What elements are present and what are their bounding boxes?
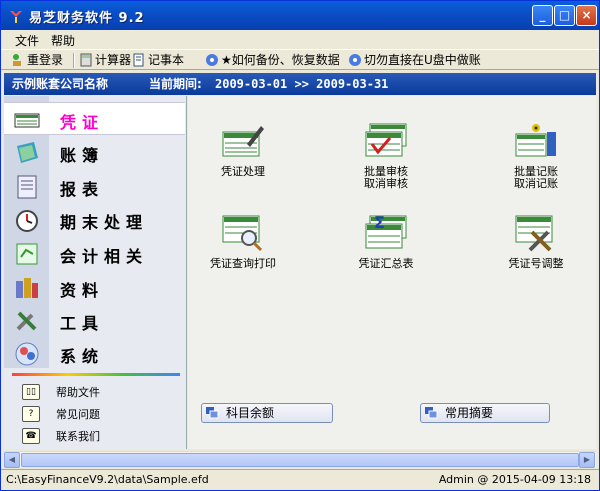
menu-help[interactable]: 帮助 xyxy=(51,32,75,49)
account-balance-label: 科目余额 xyxy=(226,406,275,420)
calculator-icon xyxy=(80,53,92,67)
voucher-search-button[interactable]: 凭证查询打印 xyxy=(193,214,293,284)
app-logo-icon xyxy=(10,11,22,23)
notepad-icon xyxy=(133,53,144,67)
batch-audit-label: 批量审核 取消审核 xyxy=(364,165,408,190)
voucher-summary-button[interactable]: Σ 凭证汇总表 xyxy=(336,214,436,284)
backup-icon xyxy=(206,54,218,66)
scroll-right-icon[interactable]: ▶ xyxy=(579,452,595,468)
relogin-icon xyxy=(13,54,21,66)
batch-audit-icon xyxy=(365,123,407,157)
status-user-time: Admin @ 2015-04-09 13:18 xyxy=(438,473,591,486)
faq-label: 常见问题 xyxy=(56,408,100,421)
sidebar-item-ledger[interactable]: 账簿 xyxy=(4,136,185,169)
voucher-search-icon xyxy=(222,215,263,252)
backup-howto-label: ★如何备份、恢复数据 xyxy=(221,53,340,67)
period-range: 2009-03-01 >> 2009-03-31 xyxy=(215,77,389,91)
voucher-process-icon xyxy=(222,126,264,157)
period-label: 当前期间: xyxy=(149,77,202,91)
voucher-search-label: 凭证查询打印 xyxy=(210,257,276,270)
contact-label: 联系我们 xyxy=(56,430,100,443)
usb-warning-icon xyxy=(349,54,361,66)
ledger-icon xyxy=(17,142,38,163)
voucher-summary-icon: Σ xyxy=(365,214,407,249)
voucher-icon xyxy=(14,113,40,128)
company-name: 示例账套公司名称 xyxy=(12,77,109,91)
voucher-number-button[interactable]: 凭证号调整 xyxy=(486,214,586,284)
batch-post-button[interactable]: 批量记账 取消记账 xyxy=(486,122,586,192)
system-icon xyxy=(15,342,39,366)
usb-warning-label: 切勿直接在U盘中做账 xyxy=(364,53,481,67)
main-window: 易芝财务软件 9.2 _ □ × 文件 帮助 重登录 计算器 记事本 ★如何备份… xyxy=(0,0,600,491)
common-summary-button[interactable]: 常用摘要 xyxy=(420,403,550,423)
phone-icon: ☎ xyxy=(22,428,40,444)
batch-post-label: 批量记账 取消记账 xyxy=(514,165,558,190)
tools-icon xyxy=(16,311,37,331)
menu-file[interactable]: 文件 xyxy=(15,32,39,49)
sidebar-item-label: 资料 xyxy=(60,281,105,300)
accounting-icon xyxy=(16,243,38,265)
sidebar-item-tools[interactable]: 工具 xyxy=(4,304,185,337)
maximize-button[interactable]: □ xyxy=(554,5,575,26)
period-end-icon xyxy=(16,210,38,232)
toolbar: 重登录 计算器 记事本 ★如何备份、恢复数据 切勿直接在U盘中做账 xyxy=(1,49,599,70)
sidebar-divider xyxy=(12,373,180,376)
sidebar-item-label: 工具 xyxy=(60,314,105,333)
voucher-summary-label: 凭证汇总表 xyxy=(358,257,414,270)
batch-post-icon xyxy=(515,124,556,157)
svg-text:Σ: Σ xyxy=(374,214,385,232)
sidebar-item-label: 期末处理 xyxy=(60,213,149,232)
notepad-button[interactable]: 记事本 xyxy=(132,52,184,69)
report-icon xyxy=(17,175,37,199)
voucher-process-label: 凭证处理 xyxy=(221,165,265,178)
sidebar: 凭证 账簿 报表 期末处理 会计相关 资料 工具 系统 ▯▯ 帮助文件 ? 常见… xyxy=(4,96,187,449)
scroll-thumb[interactable] xyxy=(21,453,579,467)
menu-bar: 文件 帮助 xyxy=(1,30,599,49)
faq-icon: ? xyxy=(22,406,40,422)
help-book-icon: ▯▯ xyxy=(22,384,40,400)
voucher-process-button[interactable]: 凭证处理 xyxy=(193,122,293,192)
sidebar-item-label: 系统 xyxy=(60,347,105,366)
close-button[interactable]: × xyxy=(576,5,597,26)
sidebar-item-label: 凭证 xyxy=(60,113,105,132)
account-balance-icon xyxy=(206,407,219,419)
calculator-label: 计算器 xyxy=(95,53,132,67)
voucher-number-label: 凭证号调整 xyxy=(508,257,564,270)
window-title: 易芝财务软件 9.2 xyxy=(29,11,145,26)
common-summary-icon xyxy=(425,407,438,419)
toolbar-separator xyxy=(73,53,75,68)
sidebar-item-system[interactable]: 系统 xyxy=(4,337,185,370)
horizontal-scrollbar[interactable]: ◀ ▶ xyxy=(4,451,596,468)
sidebar-item-period-end[interactable]: 期末处理 xyxy=(4,203,185,236)
status-bar: C:\EasyFinanceV9.2\data\Sample.efd Admin… xyxy=(1,469,599,490)
usb-warning-button[interactable]: 切勿直接在U盘中做账 xyxy=(348,52,481,69)
sidebar-item-data[interactable]: 资料 xyxy=(4,271,185,304)
info-bar: 示例账套公司名称 当前期间: 2009-03-01 >> 2009-03-31 xyxy=(4,73,596,95)
title-bar[interactable]: 易芝财务软件 9.2 _ □ × xyxy=(1,1,599,30)
sidebar-item-voucher[interactable]: 凭证 xyxy=(4,102,185,135)
sidebar-item-label: 账簿 xyxy=(60,146,105,165)
scroll-left-icon[interactable]: ◀ xyxy=(4,452,20,468)
backup-howto-button[interactable]: ★如何备份、恢复数据 xyxy=(205,52,340,69)
relogin-label: 重登录 xyxy=(27,53,64,67)
sidebar-item-label: 报表 xyxy=(60,180,105,199)
sidebar-item-report[interactable]: 报表 xyxy=(4,170,185,203)
common-summary-label: 常用摘要 xyxy=(445,406,494,420)
batch-audit-button[interactable]: 批量审核 取消审核 xyxy=(336,122,436,192)
notepad-label: 记事本 xyxy=(148,53,185,67)
data-icon xyxy=(16,278,38,298)
minimize-button[interactable]: _ xyxy=(532,5,553,26)
help-file-label: 帮助文件 xyxy=(56,386,100,399)
voucher-number-icon xyxy=(515,215,553,252)
account-balance-button[interactable]: 科目余额 xyxy=(201,403,333,423)
sidebar-item-accounting[interactable]: 会计相关 xyxy=(4,237,185,270)
relogin-button[interactable]: 重登录 xyxy=(11,52,63,69)
sidebar-item-label: 会计相关 xyxy=(60,247,149,266)
status-file-path: C:\EasyFinanceV9.2\data\Sample.efd xyxy=(6,473,209,486)
content-panel: 凭证处理 批量审核 取消审核 批量记账 取消记账 凭证查询打印 Σ 凭证汇总表 … xyxy=(188,96,596,449)
calculator-button[interactable]: 计算器 xyxy=(79,52,131,69)
